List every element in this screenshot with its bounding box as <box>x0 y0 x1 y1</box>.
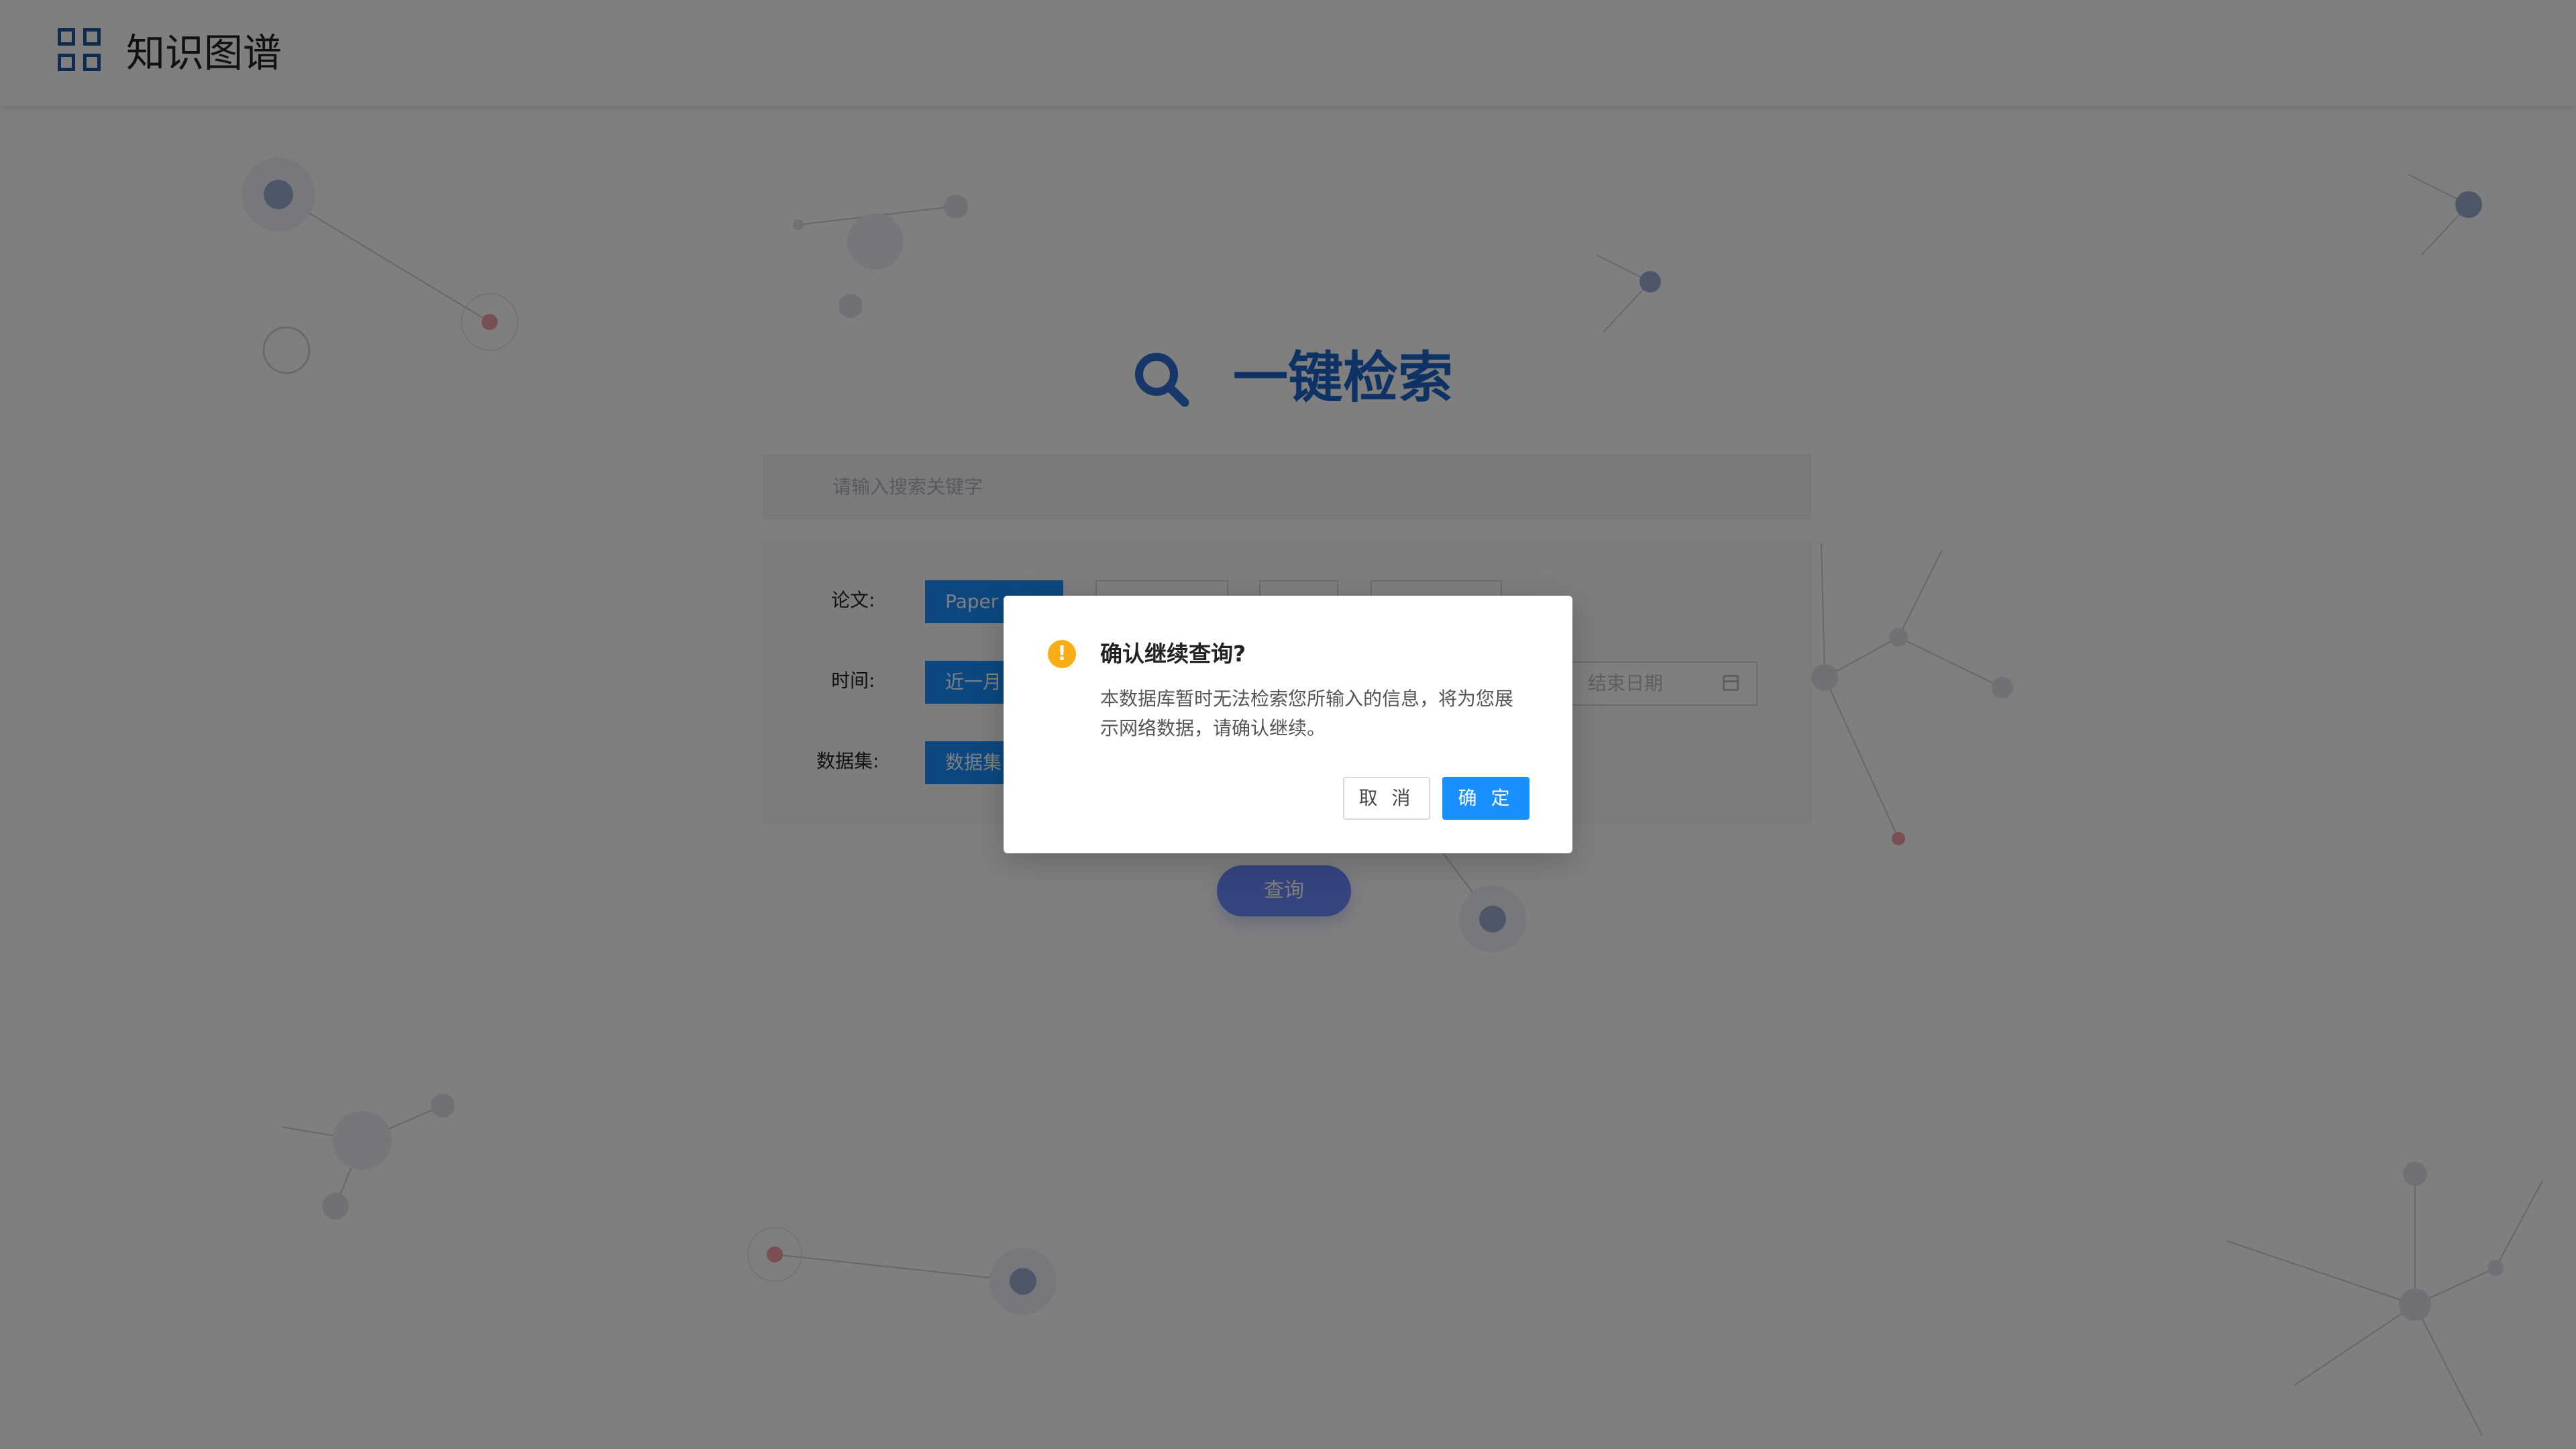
confirm-button[interactable]: 确 定 <box>1442 777 1529 820</box>
dialog-title: 确认继续查询? <box>1100 641 1246 667</box>
confirm-dialog: ! 确认继续查询? 本数据库暂时无法检索您所输入的信息，将为您展示网络数据，请确… <box>1004 596 1572 853</box>
cancel-button[interactable]: 取 消 <box>1343 777 1430 820</box>
dialog-message: 本数据库暂时无法检索您所输入的信息，将为您展示网络数据，请确认继续。 <box>1100 688 1514 739</box>
warning-icon: ! <box>1048 640 1076 668</box>
